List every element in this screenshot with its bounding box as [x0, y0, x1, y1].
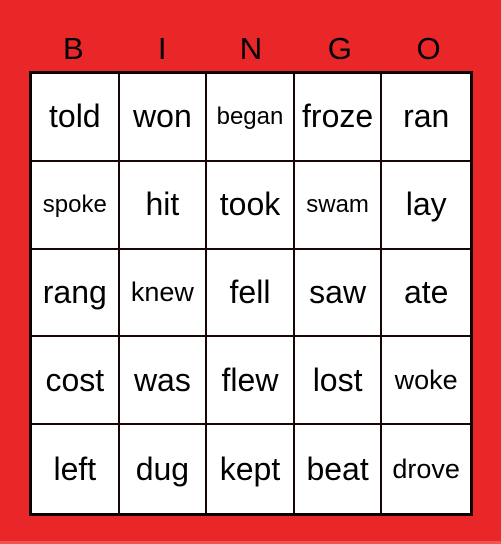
bingo-cell[interactable]: won [119, 74, 208, 162]
bingo-cell[interactable]: flew [207, 337, 295, 426]
bingo-header: B I N G O [29, 27, 473, 71]
bingo-cell[interactable]: knew [119, 249, 208, 338]
bingo-cell[interactable]: began [207, 74, 295, 162]
bingo-cell[interactable]: ate [382, 250, 470, 338]
bingo-cell[interactable]: ran [382, 74, 470, 162]
bingo-cell[interactable]: fell [207, 249, 295, 338]
bingo-cell[interactable]: lost [294, 337, 383, 426]
bingo-cell[interactable]: spoke [32, 161, 120, 250]
bingo-cell[interactable]: lay [382, 162, 470, 250]
header-letter-i: I [157, 31, 167, 66]
bingo-cell[interactable]: froze [294, 74, 383, 162]
bingo-cell[interactable]: cost [32, 337, 120, 426]
header-letter-n: N [239, 31, 263, 66]
header-letter-g: G [327, 31, 352, 66]
bingo-cell[interactable]: saw [294, 249, 383, 338]
bingo-cell[interactable]: hit [119, 161, 208, 250]
bingo-cell[interactable]: kept [207, 425, 295, 513]
bingo-cell[interactable]: left [32, 425, 120, 513]
header-letter-b: B [63, 31, 84, 66]
bingo-cell[interactable]: was [119, 337, 208, 426]
bingo-cell[interactable]: rang [32, 249, 120, 338]
bingo-cell[interactable]: beat [295, 425, 383, 513]
bingo-cell[interactable]: swam [294, 161, 383, 250]
bingo-cell[interactable]: took [207, 161, 295, 250]
bingo-cell[interactable]: drove [382, 425, 470, 513]
header-letter-o: O [416, 31, 441, 66]
bingo-cell[interactable]: dug [120, 425, 208, 513]
bingo-cell[interactable]: told [32, 74, 120, 162]
bingo-cell[interactable]: woke [382, 337, 470, 426]
bingo-board: told won began froze ran spoke hit took … [29, 71, 473, 516]
